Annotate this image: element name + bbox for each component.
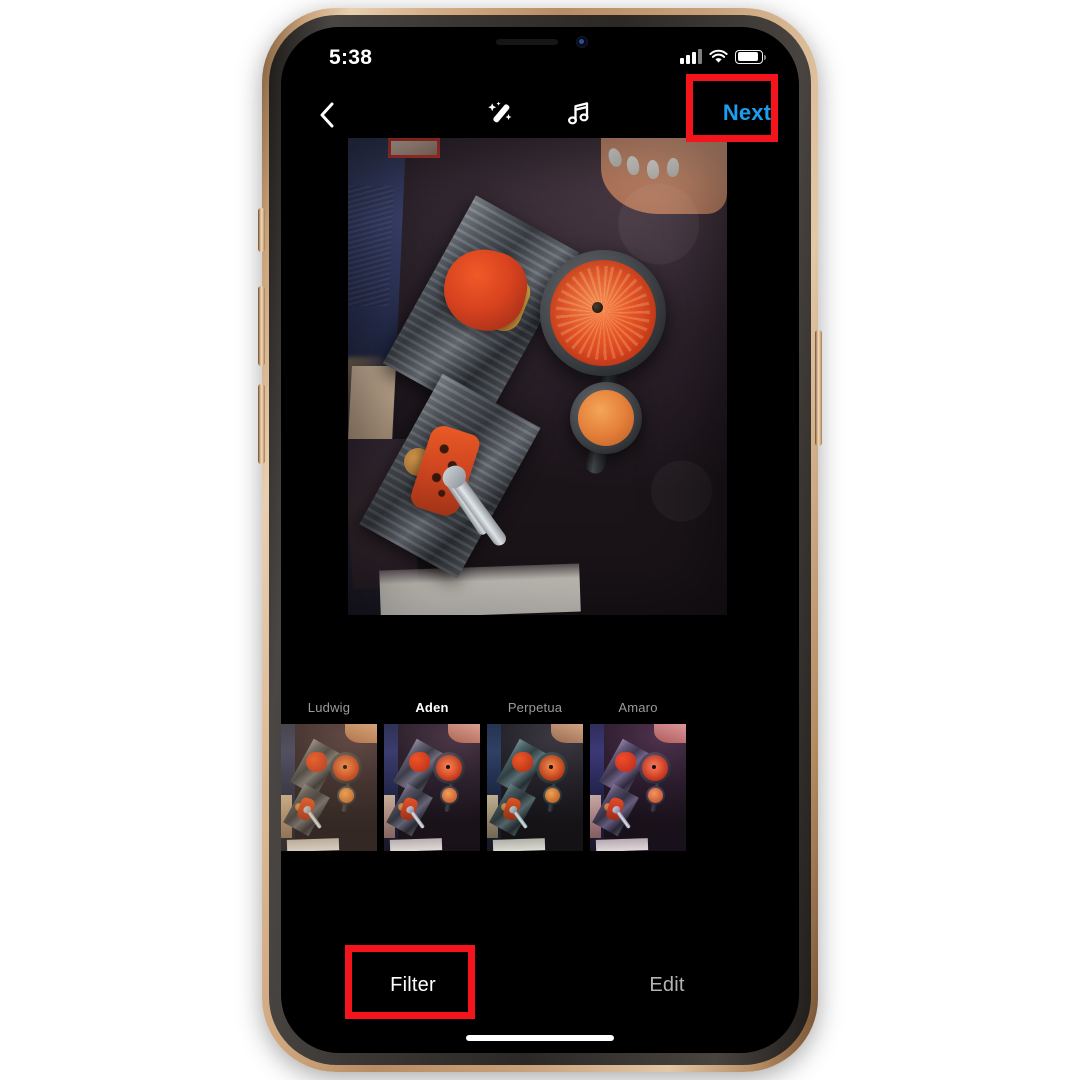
filter-label: Amaro bbox=[618, 700, 658, 715]
earpiece-speaker bbox=[496, 39, 558, 45]
filter-thumbnail[interactable] bbox=[384, 724, 480, 851]
filter-option-ludwig[interactable]: Ludwig bbox=[281, 700, 377, 851]
phone-screen: 5:38 Next Ludwig Aden Perpetua Amaro Fil… bbox=[281, 27, 799, 1053]
front-camera bbox=[576, 36, 588, 48]
photo-image bbox=[348, 138, 727, 615]
filter-carousel[interactable]: Ludwig Aden Perpetua Amaro bbox=[281, 700, 799, 851]
volume-up-button[interactable] bbox=[258, 286, 265, 366]
music-button[interactable] bbox=[560, 95, 598, 133]
home-indicator[interactable] bbox=[466, 1035, 614, 1041]
mute-switch[interactable] bbox=[258, 208, 265, 252]
filter-thumbnail[interactable] bbox=[590, 724, 686, 851]
device-notch bbox=[440, 27, 640, 57]
tab-edit[interactable]: Edit bbox=[577, 957, 757, 1013]
photo-preview[interactable] bbox=[348, 138, 727, 615]
battery-icon bbox=[735, 49, 766, 64]
filter-option-aden[interactable]: Aden bbox=[384, 700, 480, 851]
filter-label: Perpetua bbox=[507, 700, 563, 715]
tab-filter[interactable]: Filter bbox=[323, 957, 503, 1013]
screenshot-canvas: 5:38 Next Ludwig Aden Perpetua Amaro Fil… bbox=[0, 0, 1080, 1080]
filter-option-perpetua[interactable]: Perpetua bbox=[487, 700, 583, 851]
signal-bars-icon bbox=[680, 49, 702, 64]
filter-label: Aden bbox=[415, 700, 449, 715]
filter-thumbnail[interactable] bbox=[281, 724, 377, 851]
editor-mode-tabs: Filter Edit bbox=[281, 957, 799, 1027]
status-indicators bbox=[680, 49, 766, 64]
filter-thumbnail[interactable] bbox=[487, 724, 583, 851]
volume-down-button[interactable] bbox=[258, 384, 265, 464]
next-button[interactable]: Next bbox=[723, 100, 771, 126]
power-button[interactable] bbox=[815, 330, 822, 446]
editor-nav-bar: Next bbox=[281, 89, 799, 141]
filter-label: Ludwig bbox=[307, 700, 351, 715]
filter-option-amaro[interactable]: Amaro bbox=[590, 700, 686, 851]
status-time: 5:38 bbox=[329, 46, 373, 69]
magic-wand-icon bbox=[488, 101, 512, 123]
wifi-icon bbox=[709, 49, 728, 64]
music-note-icon bbox=[567, 102, 589, 125]
nav-tool-group bbox=[281, 95, 799, 133]
magic-wand-button[interactable] bbox=[482, 95, 520, 133]
